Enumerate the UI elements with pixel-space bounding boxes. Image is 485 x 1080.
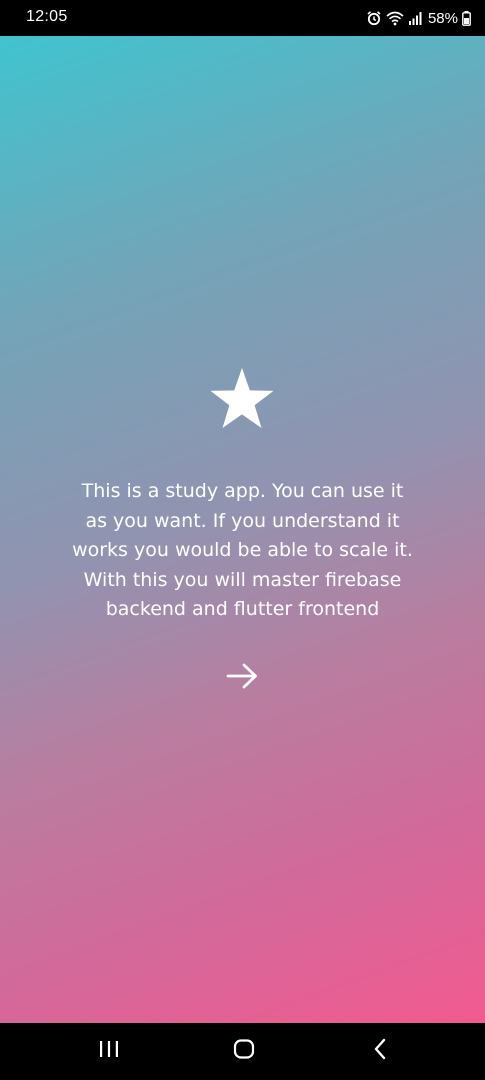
- alarm-icon: [366, 10, 382, 26]
- home-button[interactable]: [224, 1036, 264, 1066]
- home-icon: [233, 1038, 255, 1064]
- system-nav-bar: [0, 1023, 485, 1080]
- status-bar: 12:05 58%: [0, 0, 485, 36]
- star-icon: [209, 367, 275, 431]
- battery-icon: [462, 10, 471, 26]
- intro-description: This is a study app. You can use it as y…: [72, 480, 413, 620]
- wifi-icon: [386, 10, 404, 26]
- status-icons: 58%: [366, 8, 471, 28]
- status-time: 12:05: [26, 8, 68, 25]
- next-arrow-button[interactable]: [222, 658, 262, 698]
- recent-apps-icon: [98, 1040, 120, 1062]
- battery-percent: 58%: [427, 9, 458, 27]
- signal-icon: [408, 11, 422, 25]
- app-screen: 12:05 58% This is a study app. You can u…: [0, 0, 485, 1080]
- back-icon: [373, 1038, 387, 1064]
- arrow-right-icon: [226, 663, 258, 693]
- onboarding-screen: This is a study app. You can use it as y…: [0, 36, 485, 1023]
- recent-apps-button[interactable]: [89, 1036, 129, 1066]
- back-button[interactable]: [360, 1036, 400, 1066]
